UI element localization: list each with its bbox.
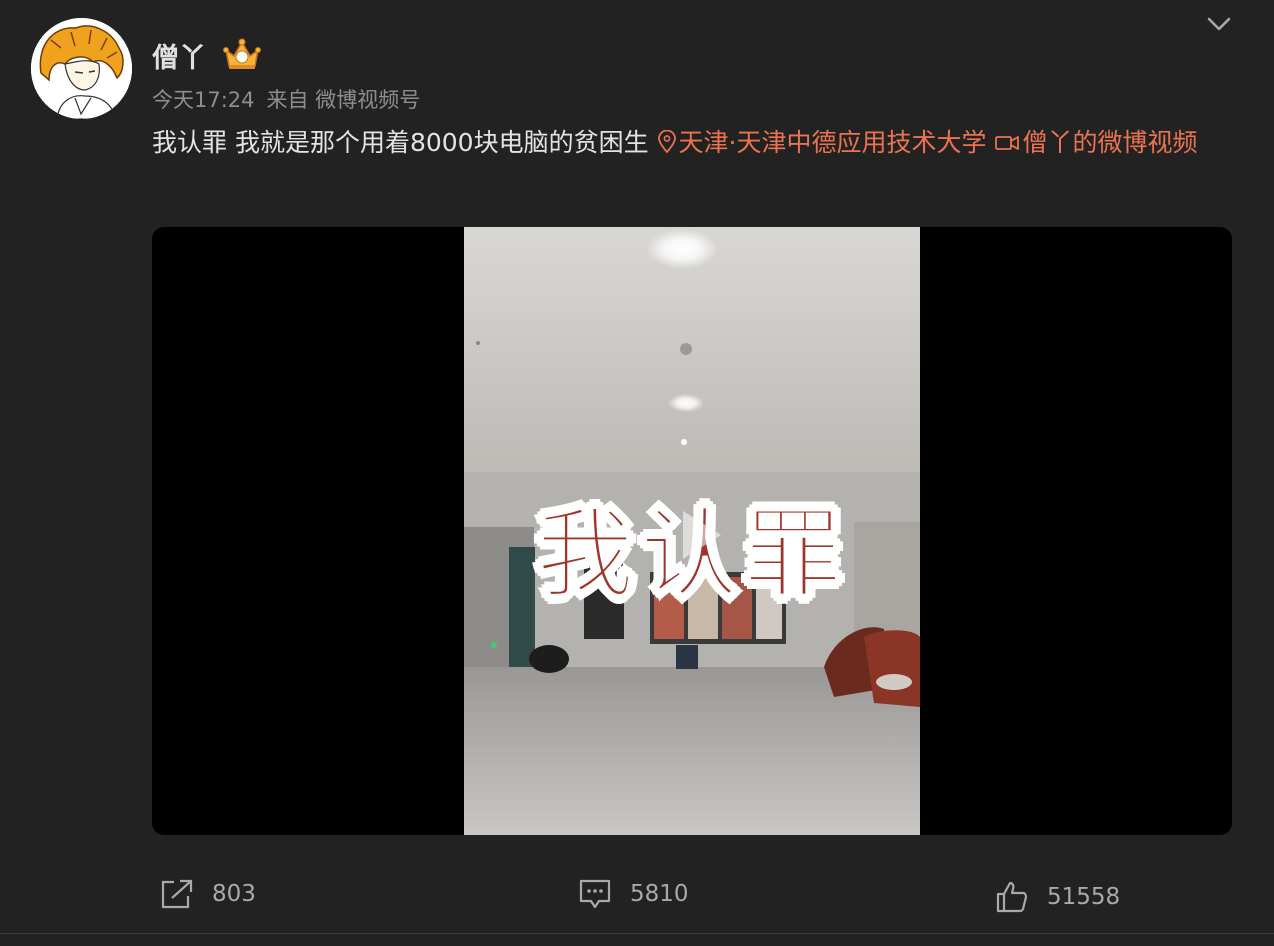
video-link[interactable]: 僧丫的微博视频 — [994, 128, 1197, 157]
vip-crown-icon[interactable] — [222, 38, 262, 72]
repost-count: 803 — [212, 881, 256, 907]
username[interactable]: 僧丫 — [152, 36, 206, 75]
video-link-label: 僧丫的微博视频 — [1022, 128, 1198, 157]
post-meta: 今天17:24 来自 微博视频号 — [152, 84, 420, 114]
comment-count: 5810 — [630, 881, 689, 907]
comment-icon — [579, 879, 611, 909]
share-icon — [161, 879, 193, 909]
video-frame: 我认罪 — [464, 227, 920, 835]
location-label: 天津·天津中德应用技术大学 — [678, 128, 987, 157]
avatar[interactable] — [31, 18, 132, 119]
post-text: 我认罪 我就是那个用着8000块电脑的贫困生 — [152, 128, 657, 157]
thumbs-up-icon — [996, 881, 1028, 913]
comment-button[interactable]: 5810 — [578, 872, 689, 916]
play-icon[interactable] — [669, 505, 729, 565]
location-link[interactable]: 天津·天津中德应用技术大学 — [657, 128, 987, 157]
post-content: 我认罪 我就是那个用着8000块电脑的贫困生 天津·天津中德应用技术大学 僧丫的… — [152, 118, 1242, 167]
like-button[interactable]: 51558 — [995, 875, 1120, 919]
post-source[interactable]: 来自 微博视频号 — [267, 88, 421, 112]
video-camera-icon — [995, 136, 1020, 150]
location-pin-icon — [657, 129, 676, 154]
like-count: 51558 — [1047, 884, 1121, 910]
bottom-divider — [0, 933, 1274, 934]
video-player[interactable]: 我认罪 — [152, 227, 1232, 835]
post-time[interactable]: 今天17:24 — [152, 88, 255, 112]
chevron-down-icon[interactable] — [1202, 10, 1236, 40]
repost-button[interactable]: 803 — [160, 872, 256, 916]
